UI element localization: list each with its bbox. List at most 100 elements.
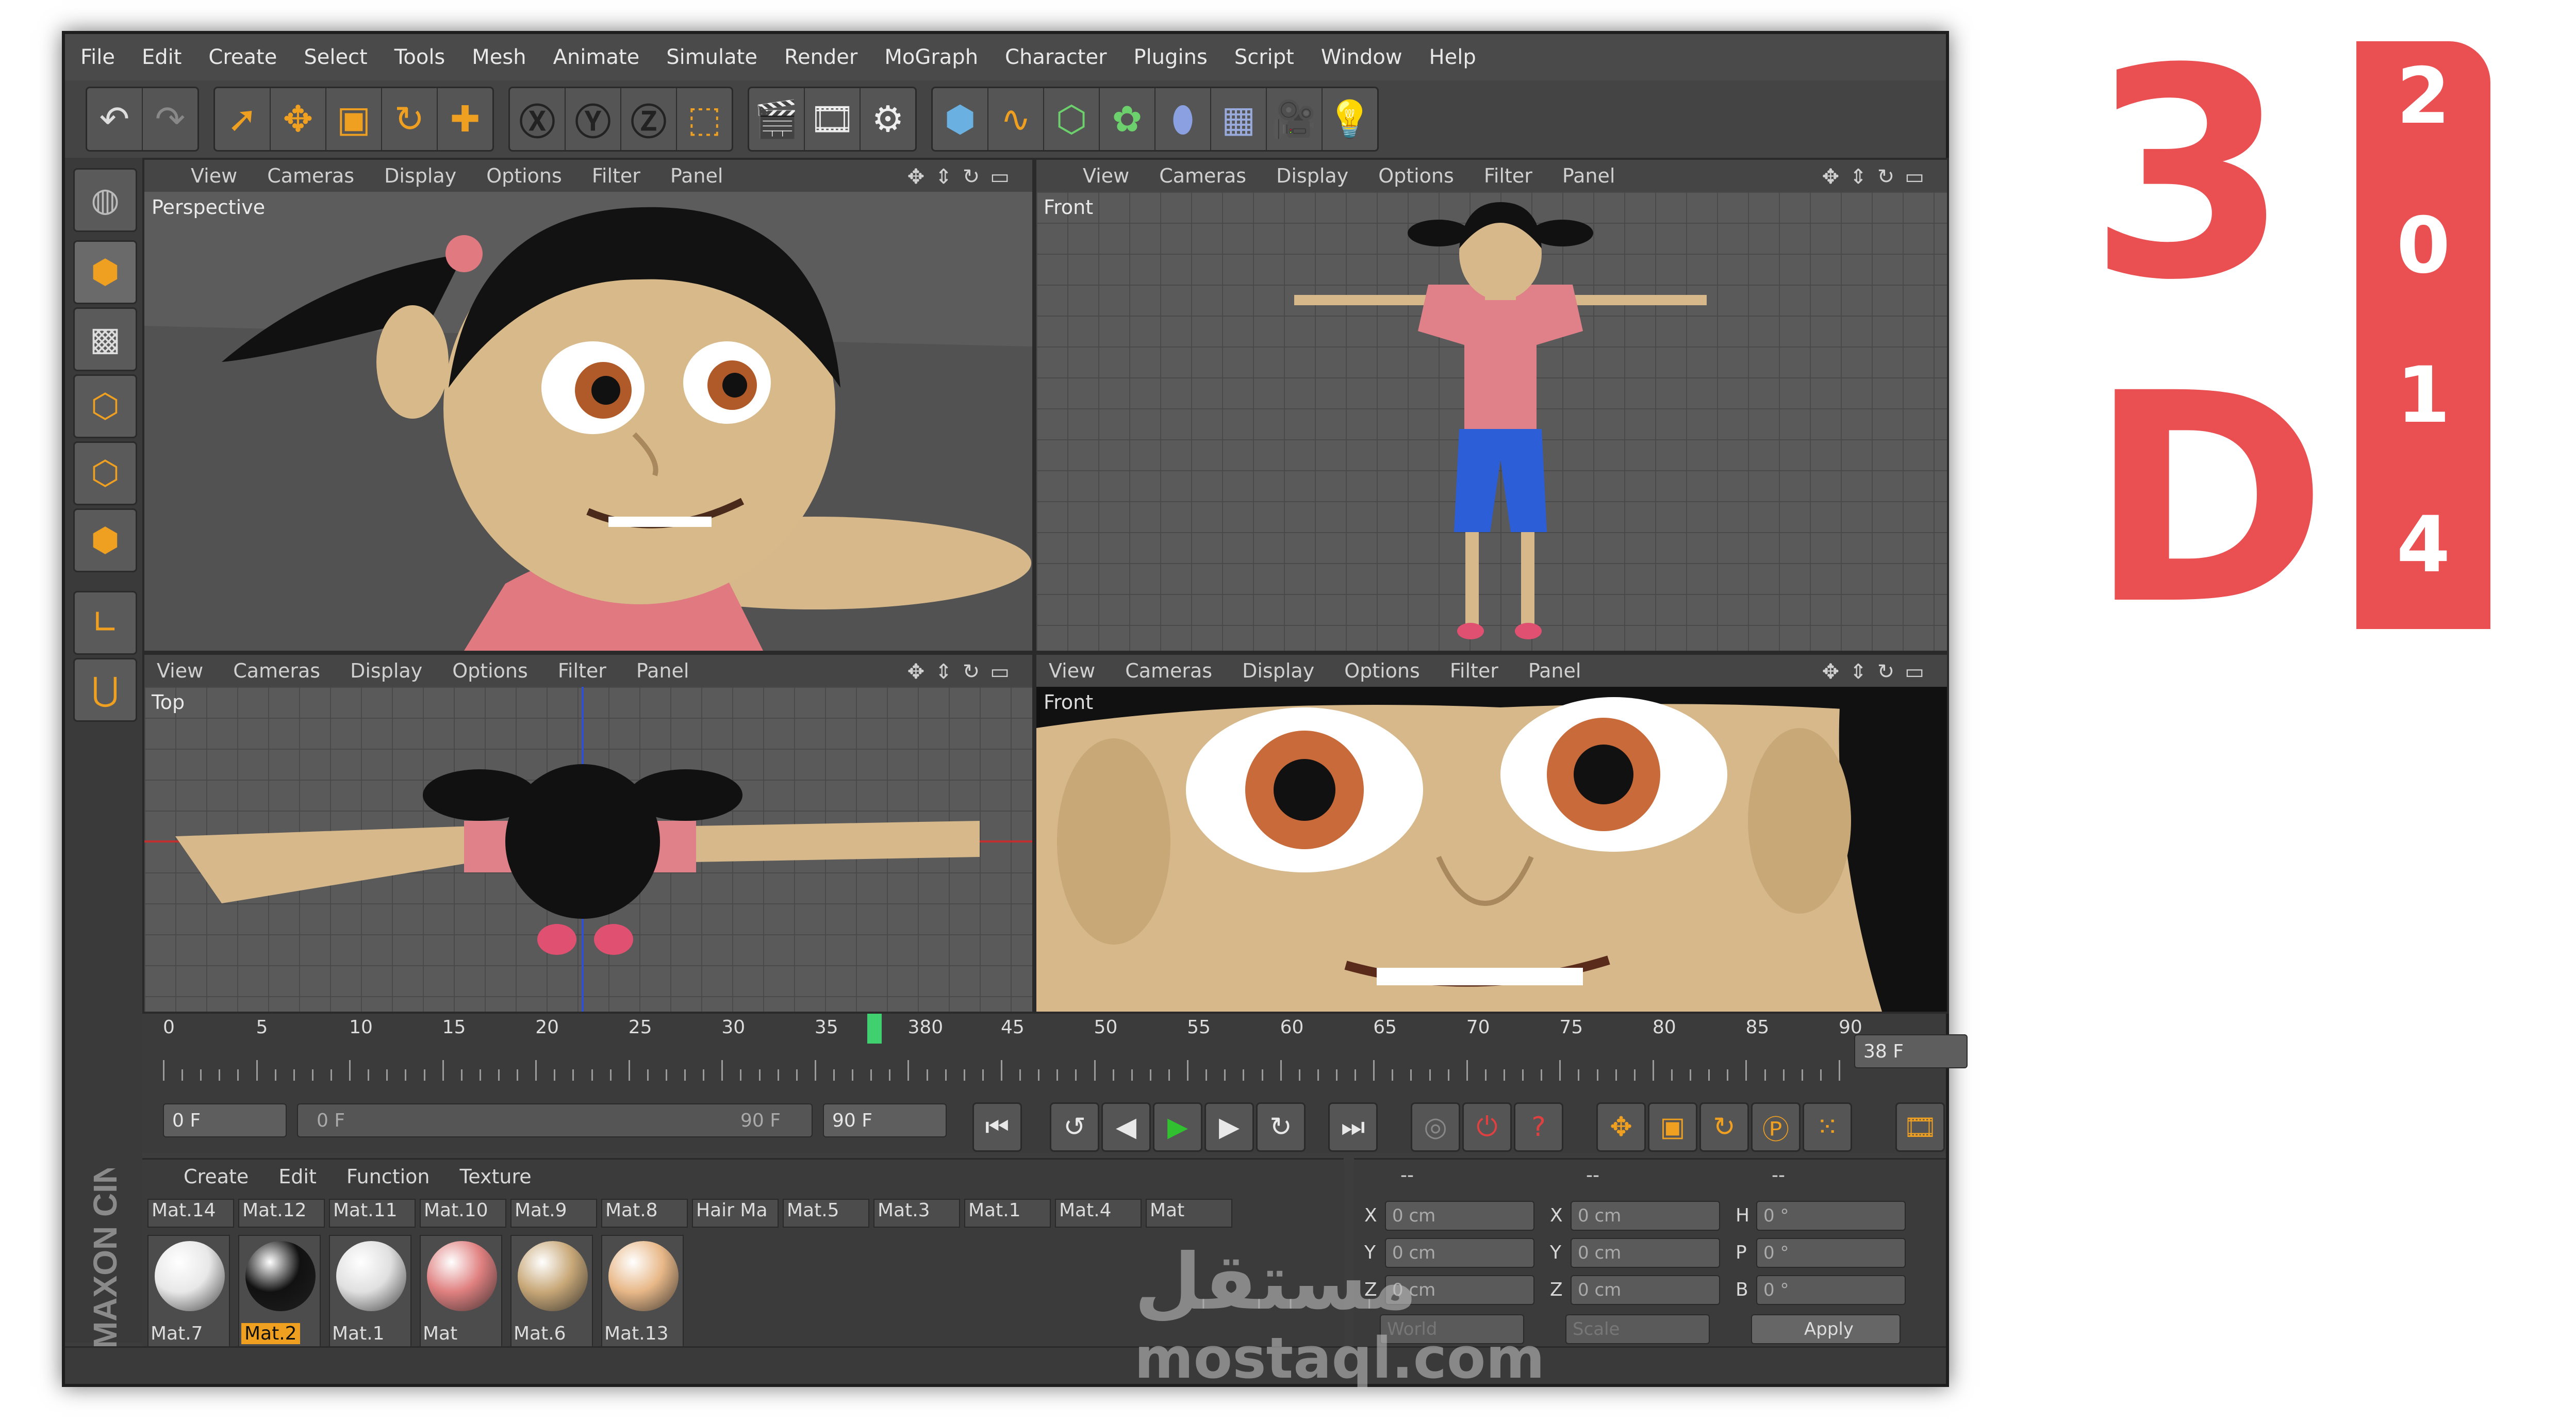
vp-menu-filter[interactable]: Filter [1484, 164, 1532, 187]
keyframe-selection-icon[interactable]: ? [1514, 1102, 1563, 1152]
snap-magnet-icon[interactable]: ⋃ [73, 658, 137, 722]
vp-menu-view[interactable]: View [157, 659, 203, 682]
goto-start-icon[interactable]: ⏮ [972, 1102, 1022, 1152]
deformer-icon[interactable]: ⬮ [1155, 88, 1211, 150]
menu-select[interactable]: Select [304, 45, 367, 69]
record-keys-icon[interactable]: ◎ [1411, 1102, 1460, 1152]
viewport-perspective[interactable]: View Cameras Display Options Filter Pane… [142, 158, 1034, 653]
camera-icon[interactable]: 🎥 [1267, 88, 1323, 150]
size-mode-select[interactable]: Scale [1565, 1314, 1710, 1344]
coord-value-field[interactable]: 0 cm [1385, 1201, 1534, 1231]
coord-value-field[interactable]: 0 cm [1571, 1238, 1720, 1268]
playhead[interactable] [867, 1014, 882, 1044]
mat-menu-texture[interactable]: Texture [460, 1165, 532, 1188]
vp-menu-display[interactable]: Display [1276, 164, 1348, 187]
end-frame-field[interactable]: 90 F [823, 1103, 947, 1137]
coord-value-field[interactable]: 0 ° [1756, 1275, 1906, 1305]
menu-edit[interactable]: Edit [142, 45, 181, 69]
next-key-icon[interactable]: ↻ [1256, 1102, 1306, 1152]
vp-menu-options[interactable]: Options [1344, 659, 1420, 682]
menu-simulate[interactable]: Simulate [666, 45, 757, 69]
next-frame-icon[interactable]: ▶ [1204, 1102, 1254, 1152]
material-tab[interactable]: Hair Ma [692, 1199, 779, 1228]
menu-character[interactable]: Character [1005, 45, 1107, 69]
vp-menu-cameras[interactable]: Cameras [1159, 164, 1246, 187]
coord-value-field[interactable]: 0 ° [1756, 1238, 1906, 1268]
vp-menu-cameras[interactable]: Cameras [1125, 659, 1212, 682]
key-parameter-icon[interactable]: Ⓟ [1751, 1102, 1801, 1152]
rotate-icon[interactable]: ↻ [382, 88, 438, 150]
render-picture-viewer-icon[interactable]: 🎞 [805, 88, 861, 150]
nurbs-icon[interactable]: ⬡ [1044, 88, 1100, 150]
material-tab[interactable]: Mat.14 [147, 1199, 234, 1228]
material-tab[interactable]: Mat.10 [420, 1199, 506, 1228]
viewport-nav-icons[interactable]: ✥⇕↻▭ [907, 165, 1020, 189]
undo-icon[interactable]: ↶ [87, 88, 143, 150]
menu-animate[interactable]: Animate [553, 45, 640, 69]
material-swatch[interactable]: Mat [420, 1235, 502, 1347]
prev-key-icon[interactable]: ↺ [1050, 1102, 1099, 1152]
mat-menu-create[interactable]: Create [184, 1165, 249, 1188]
viewport-nav-icons[interactable]: ✥⇕↻▭ [907, 660, 1020, 684]
timeline-window-icon[interactable]: 🎞 [1895, 1102, 1945, 1152]
front-canvas[interactable] [1036, 192, 1947, 651]
polygons-mode-icon[interactable]: ⬢ [73, 508, 137, 572]
vp-menu-filter[interactable]: Filter [592, 164, 640, 187]
x-axis-icon[interactable]: Ⓧ [510, 88, 566, 150]
material-swatch[interactable]: Mat.2 [238, 1235, 321, 1347]
key-position-icon[interactable]: ✥ [1596, 1102, 1646, 1152]
material-tab[interactable]: Mat.12 [238, 1199, 325, 1228]
coordinate-system-icon[interactable]: ⬚ [677, 88, 732, 150]
scale-icon[interactable]: ▣ [326, 88, 382, 150]
vp-menu-cameras[interactable]: Cameras [233, 659, 320, 682]
top-canvas[interactable] [144, 687, 1032, 1012]
current-frame-field[interactable]: 38 F [1854, 1034, 1968, 1068]
menu-render[interactable]: Render [784, 45, 857, 69]
timeline[interactable]: 0 5 10 15 20 25 30 35 380 45 50 55 60 65 70 75 80 85 90 38… [142, 1014, 1968, 1091]
play-icon[interactable]: ▶ [1153, 1102, 1202, 1152]
edges-mode-icon[interactable]: ⬡ [73, 441, 137, 505]
cube-icon[interactable]: ⬢ [933, 88, 988, 150]
prev-frame-icon[interactable]: ◀ [1101, 1102, 1151, 1152]
points-mode-icon[interactable]: ⬡ [73, 374, 137, 438]
viewport-top[interactable]: View Cameras Display Options Filter Pane… [142, 653, 1034, 1014]
apply-button[interactable]: Apply [1751, 1314, 1901, 1344]
timeline-ruler[interactable]: 0 5 10 15 20 25 30 35 380 45 50 55 60 65 70 75 80 85 90 [163, 1014, 1862, 1091]
menu-tools[interactable]: Tools [394, 45, 445, 69]
spline-icon[interactable]: ∿ [988, 88, 1044, 150]
move-icon[interactable]: ✥ [271, 88, 326, 150]
model-mode-icon[interactable]: ⬢ [73, 240, 137, 304]
vp-menu-panel[interactable]: Panel [636, 659, 689, 682]
menu-window[interactable]: Window [1321, 45, 1402, 69]
material-swatch[interactable]: Mat.1 [329, 1235, 411, 1347]
coord-value-field[interactable]: 0 cm [1571, 1275, 1720, 1305]
mat-menu-function[interactable]: Function [346, 1165, 430, 1188]
workplane-icon[interactable]: ◍ [73, 168, 137, 232]
texture-mode-icon[interactable]: ▩ [73, 307, 137, 371]
render-view-icon[interactable]: 🎬 [749, 88, 805, 150]
menu-script[interactable]: Script [1234, 45, 1294, 69]
material-tab[interactable]: Mat.3 [873, 1199, 960, 1228]
vp-menu-panel[interactable]: Panel [670, 164, 723, 187]
perspective-canvas[interactable] [144, 192, 1032, 651]
redo-icon[interactable]: ↷ [143, 88, 197, 150]
material-tab[interactable]: Mat.11 [329, 1199, 416, 1228]
coord-value-field[interactable]: 0 ° [1756, 1201, 1906, 1231]
vp-menu-filter[interactable]: Filter [1450, 659, 1498, 682]
floor-icon[interactable]: ▦ [1211, 88, 1267, 150]
vp-menu-view[interactable]: View [1083, 164, 1129, 187]
material-swatch[interactable]: Mat.6 [510, 1235, 593, 1347]
material-tab[interactable]: Mat.4 [1055, 1199, 1142, 1228]
render-settings-icon[interactable]: ⚙ [861, 88, 915, 150]
vp-menu-view[interactable]: View [191, 164, 237, 187]
material-tab[interactable]: Mat.8 [601, 1199, 688, 1228]
viewport-front-closeup[interactable]: View Cameras Display Options Filter Pane… [1034, 653, 1949, 1014]
add-object-icon[interactable]: ✚ [438, 88, 492, 150]
viewport-nav-icons[interactable]: ✥⇕↻▭ [1822, 660, 1935, 684]
viewport-front[interactable]: View Cameras Display Options Filter Pane… [1034, 158, 1949, 653]
frame-range-slider[interactable]: 0 F 90 F [297, 1103, 813, 1137]
axis-mode-icon[interactable]: ∟ [73, 591, 137, 655]
viewport-nav-icons[interactable]: ✥⇕↻▭ [1822, 165, 1935, 189]
vp-menu-panel[interactable]: Panel [1562, 164, 1615, 187]
material-tab[interactable]: Mat.9 [510, 1199, 597, 1228]
